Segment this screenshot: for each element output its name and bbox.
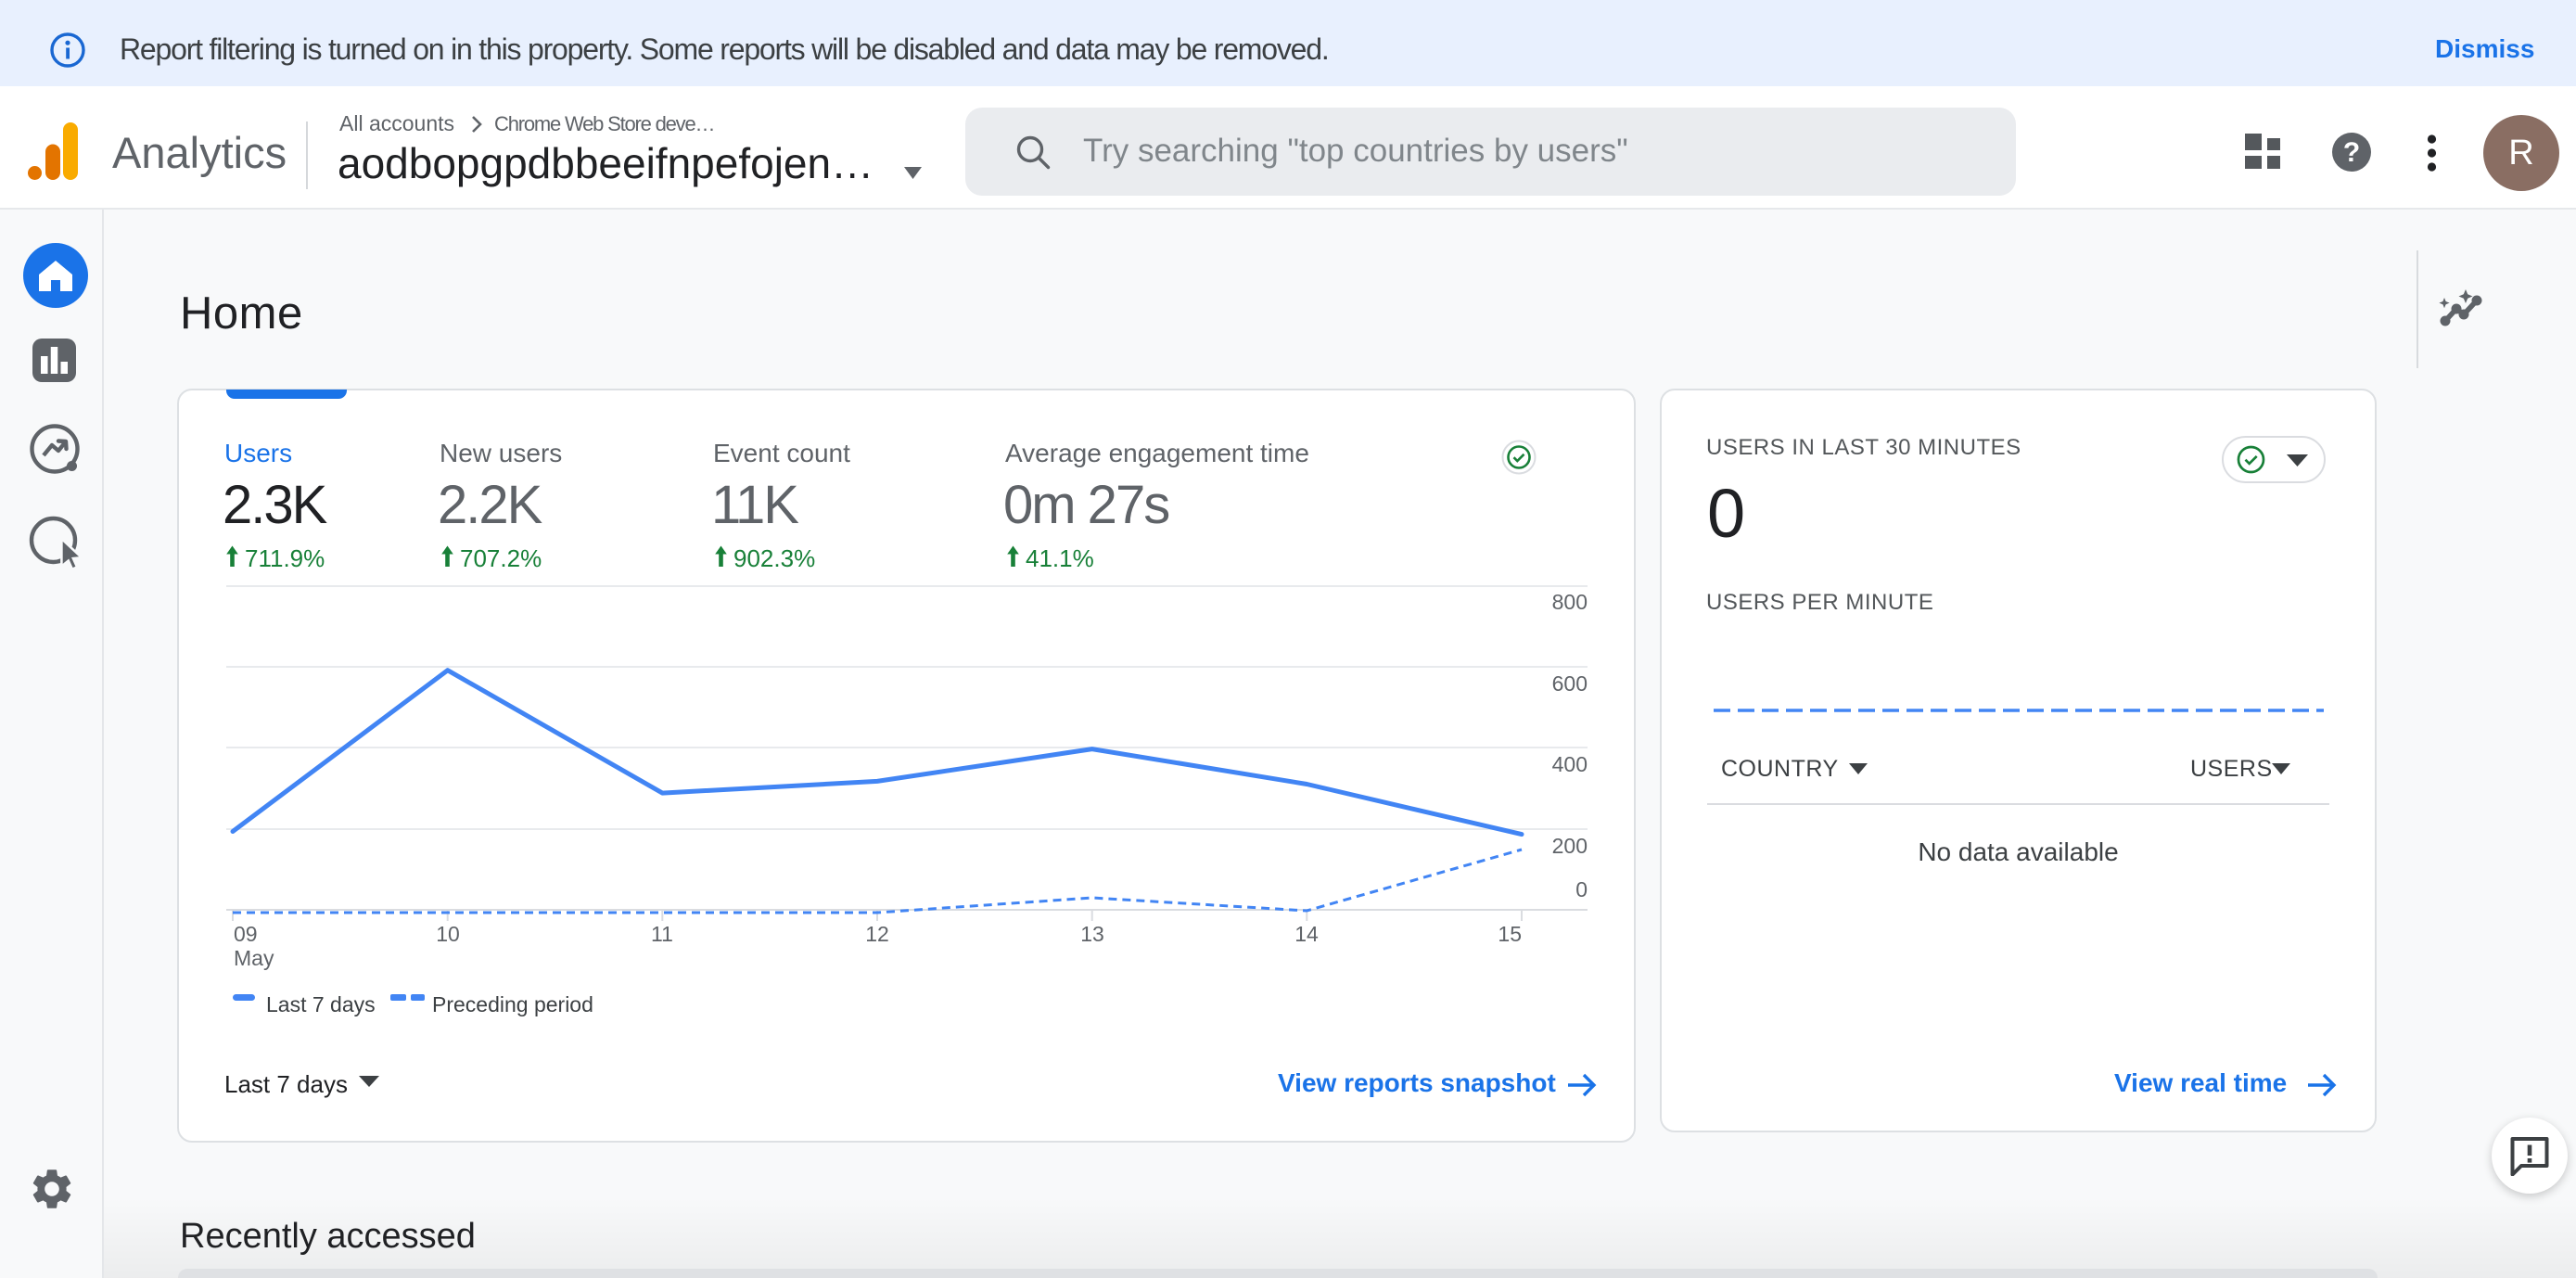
svg-text:?: ? [2343,137,2360,168]
